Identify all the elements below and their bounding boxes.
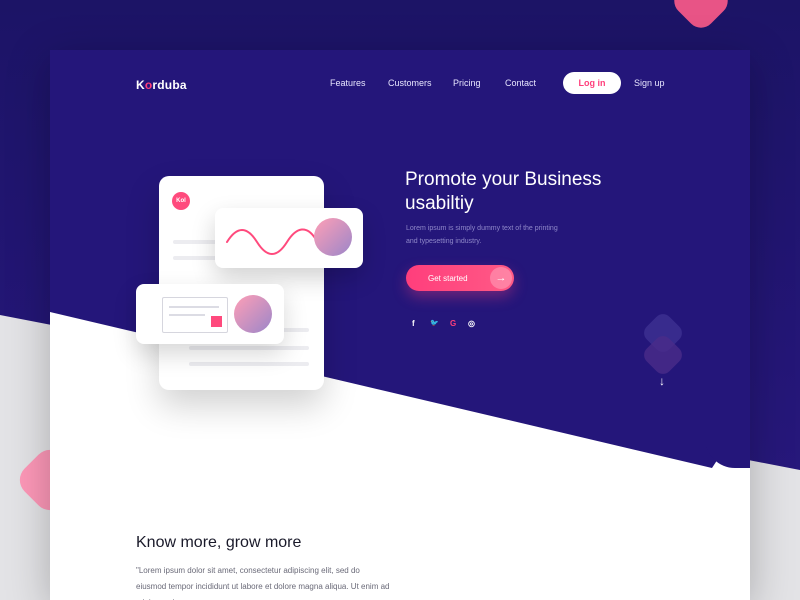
google-icon[interactable]: G: [450, 319, 456, 328]
arrow-down-icon[interactable]: ↓: [659, 374, 665, 388]
hero-subtitle: Lorem ipsum is simply dummy text of the …: [406, 225, 558, 245]
landing-page-card: Korduba Features Customers Pricing Conta…: [50, 50, 750, 600]
hero-title-line1: Promote your Business: [405, 169, 602, 190]
wave-chart-icon: [226, 228, 316, 255]
get-started-label: Get started: [428, 274, 468, 283]
section-body: "Lorem ipsum dolor sit amet, consectetur…: [136, 566, 390, 600]
signup-link[interactable]: Sign up: [634, 78, 665, 88]
mini-line: [169, 306, 219, 308]
logo[interactable]: Korduba: [136, 78, 187, 92]
hero-title: Promote your Business usabiltiy: [405, 168, 655, 216]
logo-text-suffix: rduba: [152, 78, 187, 92]
arrow-right-icon: →: [490, 267, 512, 289]
mini-line: [169, 314, 205, 316]
doc-line: [189, 346, 309, 350]
twitter-icon[interactable]: 🐦: [430, 319, 439, 327]
mini-red-square: [211, 316, 222, 327]
logo-text-prefix: K: [136, 78, 145, 92]
badge-avatar: Kol: [172, 192, 190, 210]
hero-title-line2: usabiltiy: [405, 193, 474, 214]
form-card-illustration: [136, 284, 284, 344]
hero-background: [50, 50, 750, 468]
doc-line: [189, 362, 309, 366]
nav-customers[interactable]: Customers: [388, 78, 432, 88]
facebook-icon[interactable]: f: [412, 319, 415, 328]
nav-features[interactable]: Features: [330, 78, 366, 88]
get-started-button[interactable]: Get started →: [406, 265, 514, 291]
nav-pricing[interactable]: Pricing: [453, 78, 481, 88]
section-title: Know more, grow more: [136, 534, 302, 551]
nav-contact[interactable]: Contact: [505, 78, 536, 88]
login-button[interactable]: Log in: [563, 72, 621, 94]
gradient-circle: [314, 218, 352, 256]
chart-card-illustration: [215, 208, 363, 268]
gradient-circle: [234, 295, 272, 333]
hero-background-corner: [705, 398, 750, 468]
mini-form-icon: [162, 297, 228, 333]
instagram-icon[interactable]: ◎: [468, 319, 475, 328]
